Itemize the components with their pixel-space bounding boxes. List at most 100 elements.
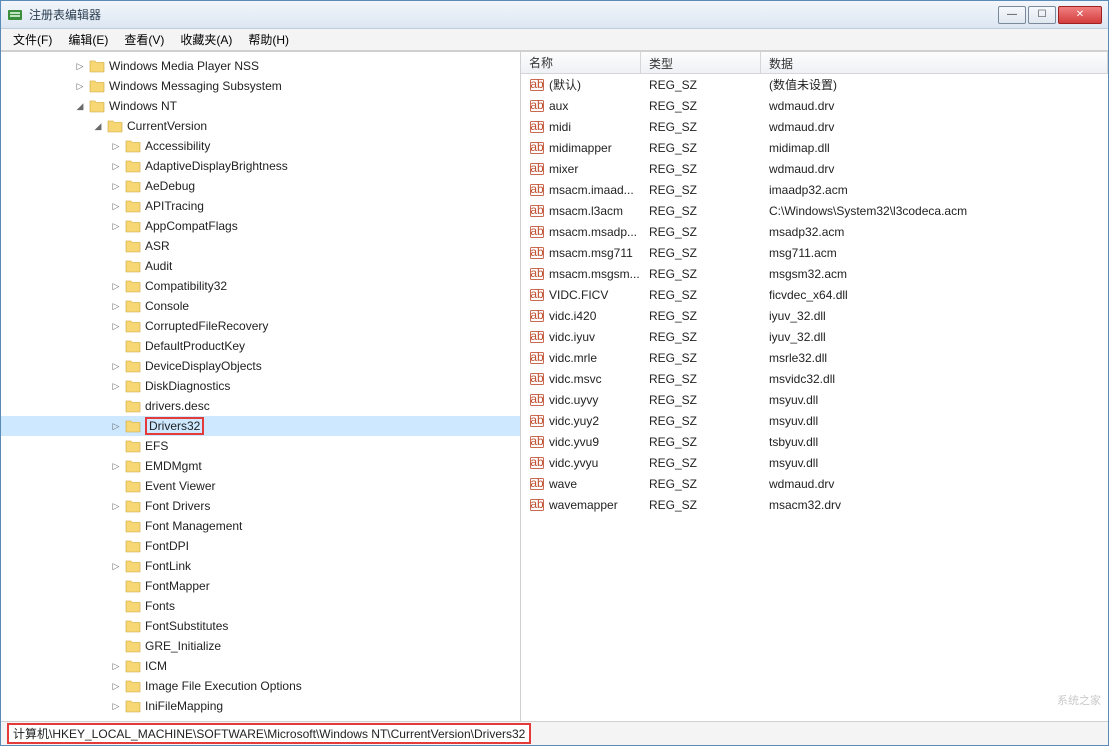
expand-icon[interactable]: ▷ xyxy=(109,221,123,232)
tree-node[interactable]: ▷APITracing xyxy=(1,196,520,216)
tree-node[interactable]: ▷ CorruptedFileRecovery xyxy=(1,316,520,336)
value-row[interactable]: abmsacm.msadp...REG_SZmsadp32.acm xyxy=(521,221,1108,242)
tree-node[interactable]: ▷Console xyxy=(1,296,520,316)
value-row[interactable]: abmidiREG_SZwdmaud.drv xyxy=(521,116,1108,137)
expand-icon[interactable]: ▷ xyxy=(109,381,123,392)
svg-text:ab: ab xyxy=(530,119,544,133)
titlebar[interactable]: 注册表编辑器 — ☐ ✕ xyxy=(1,1,1108,29)
expand-icon[interactable]: ▷ xyxy=(109,501,123,512)
tree-node[interactable]: Audit xyxy=(1,256,520,276)
tree-node[interactable]: ▷DiskDiagnostics xyxy=(1,376,520,396)
value-row[interactable]: abwavemapperREG_SZmsacm32.drv xyxy=(521,494,1108,515)
value-type: REG_SZ xyxy=(641,498,761,512)
value-row[interactable]: abvidc.i420REG_SZiyuv_32.dll xyxy=(521,305,1108,326)
menu-favorites[interactable]: 收藏夹(A) xyxy=(172,29,240,50)
col-name[interactable]: 名称 xyxy=(521,52,641,73)
tree-node[interactable]: ▷Windows Media Player NSS xyxy=(1,56,520,76)
expand-icon[interactable]: ▷ xyxy=(73,61,87,72)
tree-node[interactable]: ▷DeviceDisplayObjects xyxy=(1,356,520,376)
tree-node[interactable]: Event Viewer xyxy=(1,476,520,496)
value-row[interactable]: abvidc.yvu9REG_SZtsbyuv.dll xyxy=(521,431,1108,452)
value-data: tsbyuv.dll xyxy=(761,435,1108,449)
expand-icon[interactable]: ▷ xyxy=(109,421,123,432)
value-row[interactable]: abmsacm.msgsm...REG_SZmsgsm32.acm xyxy=(521,263,1108,284)
tree-node[interactable]: ▷Compatibility32 xyxy=(1,276,520,296)
tree-node[interactable]: FontMapper xyxy=(1,576,520,596)
tree-node[interactable]: ASR xyxy=(1,236,520,256)
tree-node[interactable]: ▷AppCompatFlags xyxy=(1,216,520,236)
tree-node[interactable]: ▷IniFileMapping xyxy=(1,696,520,716)
menu-help[interactable]: 帮助(H) xyxy=(240,29,297,50)
expand-icon[interactable]: ▷ xyxy=(109,561,123,572)
menu-file[interactable]: 文件(F) xyxy=(5,29,60,50)
expand-icon[interactable]: ▷ xyxy=(109,321,123,332)
tree-node[interactable]: ▷Drivers32 xyxy=(1,416,520,436)
value-row[interactable]: abvidc.mrleREG_SZmsrle32.dll xyxy=(521,347,1108,368)
value-row[interactable]: ab(默认)REG_SZ(数值未设置) xyxy=(521,74,1108,95)
value-row[interactable]: abmidimapperREG_SZmidimap.dll xyxy=(521,137,1108,158)
value-row[interactable]: abmsacm.msg711REG_SZmsg711.acm xyxy=(521,242,1108,263)
tree-node[interactable]: Fonts xyxy=(1,596,520,616)
tree-scroll[interactable]: ▷Windows Media Player NSS▷Windows Messag… xyxy=(1,52,520,721)
tree-node[interactable]: ▷Windows Messaging Subsystem xyxy=(1,76,520,96)
tree-node[interactable]: ◢Windows NT xyxy=(1,96,520,116)
expand-icon[interactable]: ▷ xyxy=(109,701,123,712)
tree-node[interactable]: ▷AeDebug xyxy=(1,176,520,196)
col-type[interactable]: 类型 xyxy=(641,52,761,73)
value-row[interactable]: abmixerREG_SZwdmaud.drv xyxy=(521,158,1108,179)
tree-node[interactable]: ▷Font Drivers xyxy=(1,496,520,516)
value-type: REG_SZ xyxy=(641,288,761,302)
expand-icon[interactable]: ▷ xyxy=(109,181,123,192)
expand-icon[interactable]: ▷ xyxy=(109,461,123,472)
tree-node[interactable]: DefaultProductKey xyxy=(1,336,520,356)
tree-node[interactable]: Font Management xyxy=(1,516,520,536)
expand-icon[interactable]: ▷ xyxy=(109,661,123,672)
expand-icon[interactable]: ▷ xyxy=(109,201,123,212)
close-button[interactable]: ✕ xyxy=(1058,6,1102,24)
expand-icon[interactable]: ▷ xyxy=(73,81,87,92)
expand-icon[interactable]: ▷ xyxy=(109,301,123,312)
list-body[interactable]: ab(默认)REG_SZ(数值未设置)abauxREG_SZwdmaud.drv… xyxy=(521,74,1108,721)
tree-node[interactable]: EFS xyxy=(1,436,520,456)
expand-icon[interactable]: ▷ xyxy=(109,281,123,292)
tree-node[interactable]: ◢CurrentVersion xyxy=(1,116,520,136)
menu-view[interactable]: 查看(V) xyxy=(116,29,172,50)
tree-node[interactable]: ▷FontLink xyxy=(1,556,520,576)
minimize-button[interactable]: — xyxy=(998,6,1026,24)
tree-node[interactable]: GRE_Initialize xyxy=(1,636,520,656)
value-row[interactable]: abwaveREG_SZwdmaud.drv xyxy=(521,473,1108,494)
tree-node[interactable]: ▷Accessibility xyxy=(1,136,520,156)
tree-node[interactable]: drivers.desc xyxy=(1,396,520,416)
value-name: vidc.i420 xyxy=(549,309,596,323)
tree-node-label: CorruptedFileRecovery xyxy=(145,319,268,333)
value-row[interactable]: abvidc.iyuvREG_SZiyuv_32.dll xyxy=(521,326,1108,347)
maximize-button[interactable]: ☐ xyxy=(1028,6,1056,24)
tree-node[interactable]: ▷EMDMgmt xyxy=(1,456,520,476)
expand-icon[interactable]: ▷ xyxy=(109,681,123,692)
value-type: REG_SZ xyxy=(641,204,761,218)
tree-node[interactable]: FontSubstitutes xyxy=(1,616,520,636)
expand-icon[interactable]: ▷ xyxy=(109,361,123,372)
value-row[interactable]: abvidc.yvyuREG_SZmsyuv.dll xyxy=(521,452,1108,473)
value-data: msyuv.dll xyxy=(761,414,1108,428)
value-row[interactable]: abvidc.uyvyREG_SZmsyuv.dll xyxy=(521,389,1108,410)
tree-node[interactable]: FontDPI xyxy=(1,536,520,556)
value-row[interactable]: abvidc.yuy2REG_SZmsyuv.dll xyxy=(521,410,1108,431)
collapse-icon[interactable]: ◢ xyxy=(73,101,87,112)
collapse-icon[interactable]: ◢ xyxy=(91,121,105,132)
svg-text:ab: ab xyxy=(530,266,544,280)
content-area: ▷Windows Media Player NSS▷Windows Messag… xyxy=(1,51,1108,721)
expand-icon[interactable]: ▷ xyxy=(109,161,123,172)
expand-icon[interactable]: ▷ xyxy=(109,141,123,152)
value-row[interactable]: abauxREG_SZwdmaud.drv xyxy=(521,95,1108,116)
menu-edit[interactable]: 编辑(E) xyxy=(60,29,116,50)
tree-node[interactable]: ▷ICM xyxy=(1,656,520,676)
value-row[interactable]: abvidc.msvcREG_SZmsvidc32.dll xyxy=(521,368,1108,389)
value-row[interactable]: abVIDC.FICVREG_SZficvdec_x64.dll xyxy=(521,284,1108,305)
tree-node[interactable]: ▷AdaptiveDisplayBrightness xyxy=(1,156,520,176)
value-row[interactable]: abmsacm.l3acmREG_SZC:\Windows\System32\l… xyxy=(521,200,1108,221)
col-data[interactable]: 数据 xyxy=(761,52,1108,73)
tree-node[interactable]: ▷Image File Execution Options xyxy=(1,676,520,696)
value-type: REG_SZ xyxy=(641,330,761,344)
value-row[interactable]: abmsacm.imaad...REG_SZimaadp32.acm xyxy=(521,179,1108,200)
